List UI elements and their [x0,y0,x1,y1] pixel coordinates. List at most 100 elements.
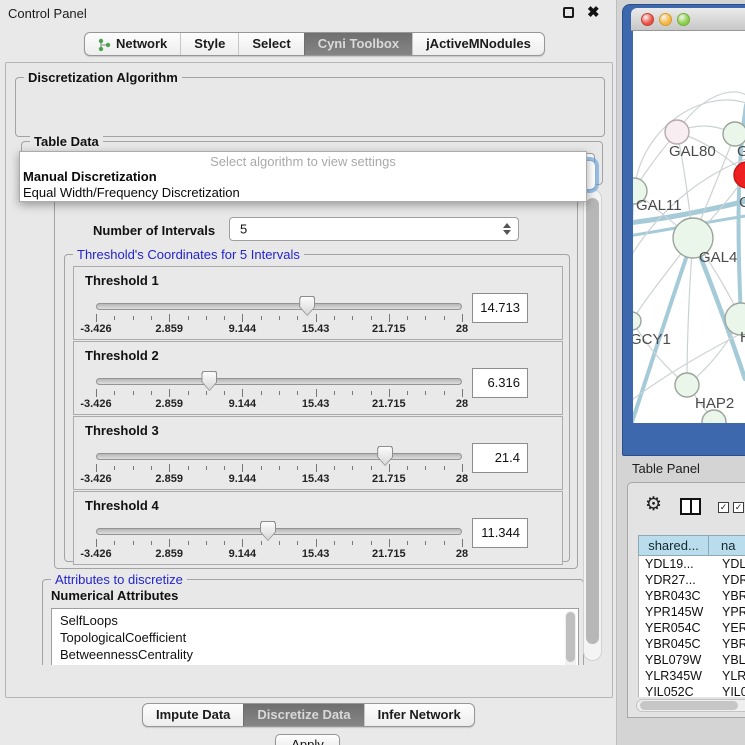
threshold-panel: Threshold 3-3.4262.8599.14415.4321.71528… [73,416,563,490]
threshold-label: Threshold 4 [85,498,159,513]
discretization-algorithm-label: Discretization Algorithm [24,70,182,85]
network-window-titlebar[interactable] [631,8,745,31]
table-row[interactable]: YBR043CYBR0 [639,588,745,604]
threshold-label: Threshold 2 [85,348,159,363]
table-cell: YER0 [710,620,745,636]
attribute-list-item[interactable]: BetweennessCentrality [52,646,578,663]
combo-arrows-icon [503,223,511,235]
network-node[interactable] [665,120,689,144]
network-node[interactable] [633,312,641,330]
slider-tick-labels: -3.4262.8599.14415.4321.71528 [96,548,462,560]
table-cell: YLR345W [639,668,710,684]
table-cell: YBR0 [710,588,745,604]
cyni-mode-tabbar: Impute Data Discretize Data Infer Network [142,703,475,727]
tab-jactivemnodules[interactable]: jActiveMNodules [412,33,544,55]
control-panel-tabbar: NetworkStyle Select Cyni Toolbox jActiveMNo… [84,32,545,56]
algorithm-option[interactable]: Manual Discretization [20,169,586,185]
table-panel-window: ⚙ ✓ ✓ shared...na YDL19...YDL1YDR27...YD… [627,482,745,718]
number-of-intervals-combobox[interactable]: 5 [229,217,519,241]
table-cell: YBL079W [639,652,710,668]
tab-label: Select [252,33,290,55]
tab-network[interactable]: Network [85,33,180,55]
interval-definition-group: Interval Definition Number of Intervals … [54,197,578,569]
tab-label: jActiveMNodules [426,33,531,55]
tab-style[interactable]: Style [180,33,238,55]
algorithm-placeholder-option[interactable]: Select algorithm to view settings [20,152,586,169]
slider-track[interactable] [96,528,462,535]
network-canvas[interactable]: GAL80GACGAL11GAL4GCY1HHAP2 [633,31,745,423]
discretization-algorithm-group: Discretization Algorithm [15,77,605,137]
table-row[interactable]: YDL19...YDL1 [639,556,745,572]
gear-icon[interactable]: ⚙ [645,495,662,514]
attributes-group-label: Attributes to discretize [51,572,187,587]
slider-tick-labels: -3.4262.8599.14415.4321.71528 [96,323,462,335]
attributes-scrollbar-thumb[interactable] [566,612,575,662]
minimize-traffic-light[interactable] [659,13,672,26]
tab-label: Discretize Data [257,704,350,726]
checkbox-icon[interactable]: ✓ [733,502,744,513]
network-node[interactable] [675,373,699,397]
numerical-attributes-list[interactable]: SelfLoopsTopologicalCoefficientBetweenne… [51,608,579,665]
table-rows: YDL19...YDL1YDR27...YDR2YBR043CYBR0YPR14… [638,556,745,697]
table-row[interactable]: YBR045CYBR0 [639,636,745,652]
node-label: HAP2 [695,395,734,412]
threshold-value-field[interactable]: 21.4 [472,443,528,473]
cyni-toolbox-content: Discretization Algorithm Table Data galF… [5,62,613,698]
slider-ticks [96,464,462,473]
threshold-panel: Threshold 2-3.4262.8599.14415.4321.71528… [73,341,563,415]
tab-label: Infer Network [378,704,461,726]
table-row[interactable]: YPR145WYPR1 [639,604,745,620]
slider-thumb[interactable] [377,446,393,466]
slider-thumb[interactable] [299,296,315,316]
control-panel-title: Control Panel [8,6,87,21]
threshold-value-field[interactable]: 11.344 [472,518,528,548]
checkbox-icon[interactable]: ✓ [718,502,729,513]
slider-tick-labels: -3.4262.8599.14415.4321.71528 [96,473,462,485]
slider-thumb[interactable] [201,371,217,391]
table-row[interactable]: YER054CYER0 [639,620,745,636]
float-window-icon[interactable] [563,7,574,18]
tab-impute-data[interactable]: Impute Data [143,704,243,726]
slider-track[interactable] [96,303,462,310]
tab-discretize-data[interactable]: Discretize Data [243,704,363,726]
settings-scrollbar-thumb[interactable] [586,198,599,644]
close-panel-icon[interactable]: ✖ [587,3,600,23]
table-cell: YIL0 [710,684,745,697]
table-row[interactable]: YIL052CYIL0 [639,684,745,697]
table-cell: YPR145W [639,604,710,620]
attributes-scrollbar [565,611,576,665]
slider-ticks [96,389,462,398]
node-label: C [739,194,745,211]
attribute-list-item[interactable]: SelfLoops [52,609,578,629]
table-hscrollbar [636,699,745,712]
attribute-list-item[interactable]: TopologicalCoefficient [52,629,578,646]
apply-button[interactable]: Apply [275,734,340,745]
table-data-label: Table Data [30,134,103,149]
split-panel-icon[interactable] [680,498,701,515]
table-hscrollbar-thumb[interactable] [640,701,738,710]
table-column-header[interactable]: shared... [638,535,709,556]
node-label: GCY1 [633,331,671,348]
slider-track[interactable] [96,453,462,460]
algorithm-option[interactable]: Equal Width/Frequency Discretization [20,185,586,201]
tab-infer-network[interactable]: Infer Network [364,704,474,726]
thresholds-stack: Threshold 1-3.4262.8599.14415.4321.71528… [73,266,563,565]
tab-cyni-toolbox[interactable]: Cyni Toolbox [304,33,412,55]
threshold-value-field[interactable]: 6.316 [472,368,528,398]
threshold-value-field[interactable]: 14.713 [472,293,528,323]
slider-thumb[interactable] [260,521,276,541]
tab-select[interactable]: Select [238,33,303,55]
close-traffic-light[interactable] [641,13,654,26]
table-cell: YER054C [639,620,710,636]
table-row[interactable]: YDR27...YDR2 [639,572,745,588]
network-icon [98,37,111,51]
table-row[interactable]: YBL079WYBL0 [639,652,745,668]
control-panel-titlebar: Control Panel ✖ [0,0,616,26]
zoom-traffic-light[interactable] [677,13,690,26]
table-cell: YBR043C [639,588,710,604]
tab-label: Impute Data [156,704,230,726]
table-column-header[interactable]: na [709,535,745,556]
table-row[interactable]: YLR345WYLR3 [639,668,745,684]
node-label: GAL80 [669,143,716,160]
slider-track[interactable] [96,378,462,385]
